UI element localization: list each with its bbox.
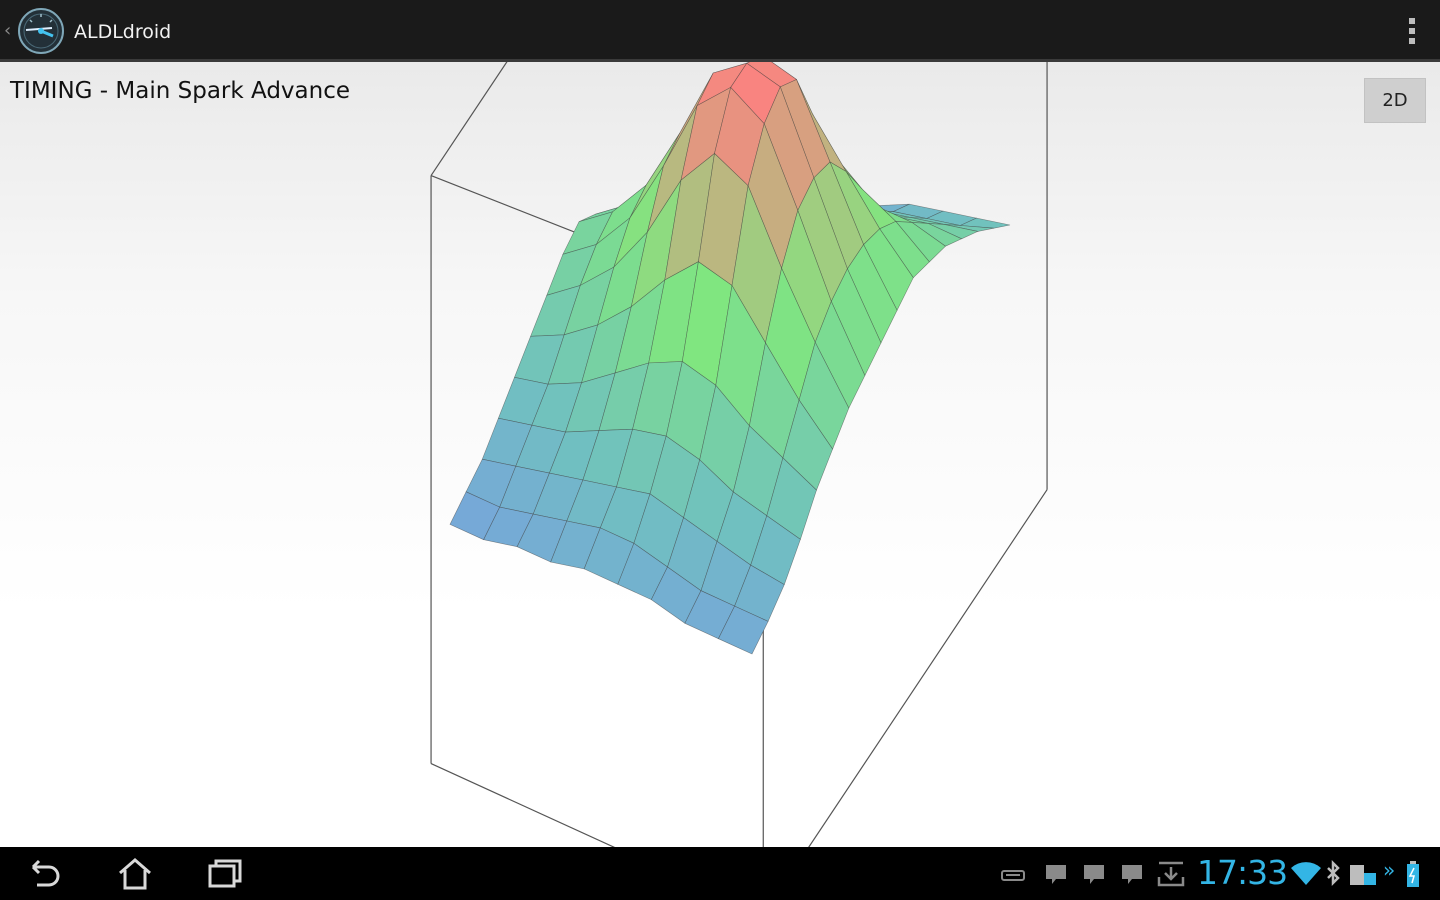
overflow-menu-icon[interactable] xyxy=(1402,14,1422,48)
map-title: TIMING - Main Spark Advance xyxy=(10,78,351,104)
keyboard-icon[interactable] xyxy=(1000,859,1026,889)
download-icon[interactable] xyxy=(1156,859,1186,889)
chat-icon[interactable] xyxy=(1044,859,1068,889)
plot-box-edge xyxy=(808,489,1048,847)
battery-icon[interactable] xyxy=(1404,859,1422,889)
up-caret-icon[interactable]: ‹ xyxy=(4,20,11,42)
view-2d-button[interactable]: 2D xyxy=(1364,78,1426,123)
map-view: TIMING - Main Spark Advance 2D xyxy=(0,62,1440,847)
home-icon[interactable] xyxy=(115,855,155,893)
more-icon[interactable]: » xyxy=(1383,857,1401,887)
recents-icon[interactable] xyxy=(205,855,245,893)
chat-icon[interactable] xyxy=(1082,859,1106,889)
back-icon[interactable] xyxy=(25,855,65,893)
clock[interactable]: 17:33 xyxy=(1197,853,1288,893)
system-bar: 17:33 » xyxy=(0,847,1440,900)
plot-box-edge xyxy=(430,763,616,847)
action-bar: ‹ ALDLdroid xyxy=(0,0,1440,62)
chat-icon[interactable] xyxy=(1120,859,1144,889)
bluetooth-icon[interactable] xyxy=(1325,859,1341,889)
surface-plot[interactable] xyxy=(0,62,1440,847)
app-title[interactable]: ALDLdroid xyxy=(74,20,171,44)
wifi-icon[interactable] xyxy=(1290,859,1322,889)
gauge-icon[interactable] xyxy=(16,6,66,56)
sd-card-icon[interactable] xyxy=(1348,859,1378,889)
